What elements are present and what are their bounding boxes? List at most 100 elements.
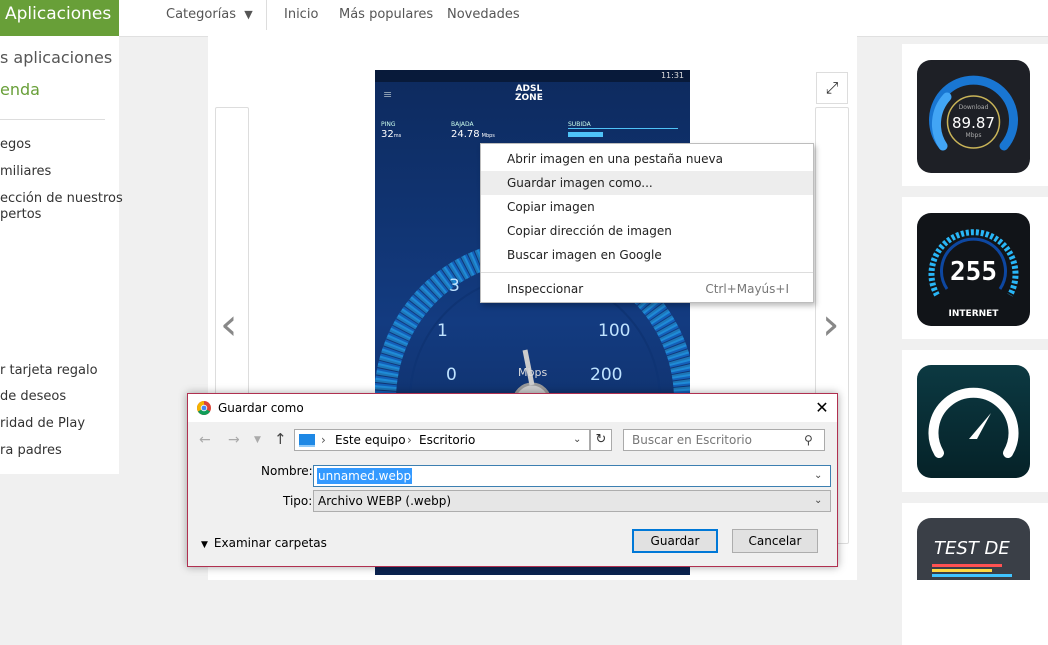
upload-progress [568, 132, 603, 137]
download-unit: Mbps [481, 133, 495, 139]
menu-copy-image[interactable]: Copiar imagen [481, 195, 813, 219]
app1-download-label: Download [958, 104, 989, 111]
search-placeholder: Buscar en Escritorio [632, 433, 752, 447]
browse-folders-label: Examinar carpetas [213, 536, 327, 550]
dialog-title: Guardar como [218, 401, 304, 415]
ping-value: 32ms [381, 129, 401, 140]
address-bar[interactable]: › Este equipo › Escritorio ⌄ [294, 429, 590, 451]
app4-label: TEST DE [934, 538, 1010, 559]
search-box[interactable]: Buscar en Escritorio ⚲ [623, 429, 825, 451]
nav-new[interactable]: Novedades [447, 0, 520, 30]
left-item-wishlist[interactable]: de deseos [0, 389, 66, 404]
breadcrumb-this-pc[interactable]: Este equipo [335, 430, 406, 450]
recent-locations-chevron-icon[interactable]: ▼ [254, 435, 261, 445]
app-icon-speedometer-1[interactable]: Download 89.87 Mbps [917, 60, 1030, 173]
chrome-icon [197, 401, 211, 415]
left-divider [0, 119, 105, 120]
nav-home[interactable]: Inicio [284, 0, 318, 30]
app2-value: 255 [950, 257, 997, 287]
context-menu: Abrir imagen en una pestaña nueva Guarda… [480, 143, 814, 303]
menu-copy-image-address[interactable]: Copiar dirección de imagen [481, 219, 813, 243]
cancel-button[interactable]: Cancelar [732, 529, 818, 553]
download-label: BAJADA [451, 121, 474, 128]
left-item-play-protect[interactable]: ridad de Play [0, 416, 85, 431]
breadcrumb-desktop[interactable]: Escritorio [419, 430, 475, 450]
menu-separator [481, 272, 813, 273]
address-dropdown-icon[interactable]: ⌄ [573, 430, 581, 450]
left-item-games[interactable]: egos [0, 137, 31, 152]
top-divider [266, 0, 267, 30]
menu-inspect-shortcut: Ctrl+Mayús+I [705, 282, 789, 296]
categories-menu[interactable]: Categorías ▼ [166, 0, 253, 30]
browse-folders-toggle[interactable]: ▼ Examinar carpetas [201, 536, 327, 550]
file-type-select[interactable]: Archivo WEBP (.webp) ⌄ [313, 490, 831, 512]
chevron-down-icon: ▼ [201, 540, 208, 550]
app1-value: 89.87 [952, 114, 995, 132]
speedometer-icon [928, 387, 1019, 458]
app-icon-test-de[interactable]: TEST DE [917, 518, 1030, 580]
stripe-yellow [932, 569, 992, 572]
left-panel [0, 36, 119, 474]
dialog-title-bar[interactable]: Guardar como ✕ [188, 394, 837, 422]
up-arrow-icon[interactable]: ↑ [274, 430, 287, 448]
gauge-tick-3: 3 [449, 276, 460, 296]
status-bar [375, 70, 690, 82]
app-icon-speedtest[interactable] [917, 365, 1030, 478]
file-type-dropdown-icon: ⌄ [814, 495, 823, 506]
back-arrow-icon[interactable]: ← [199, 432, 211, 448]
left-panel-title[interactable]: s aplicaciones [0, 48, 112, 67]
status-time: 11:31 [660, 71, 684, 80]
menu-inspect[interactable]: Inspeccionar Ctrl+Mayús+I [481, 277, 813, 301]
app2-label: INTERNET [948, 309, 999, 319]
menu-open-image-new-tab[interactable]: Abrir imagen en una pestaña nueva [481, 147, 813, 171]
file-type-value: Archivo WEBP (.webp) [318, 494, 452, 508]
app-icon-speedtest-internet[interactable]: 255 INTERNET [917, 213, 1030, 326]
top-bar [0, 0, 1048, 37]
left-item-parents[interactable]: ra padres [0, 443, 62, 458]
forward-arrow-icon[interactable]: → [228, 432, 240, 448]
close-icon[interactable]: ✕ [808, 394, 836, 422]
file-name-input[interactable]: unnamed.webp ⌄ [313, 465, 831, 487]
upload-line [568, 128, 678, 129]
download-number: 24.78 [451, 129, 480, 140]
ping-number: 32 [381, 129, 394, 140]
gauge-tick-200: 200 [590, 365, 623, 385]
file-name-dropdown-icon[interactable]: ⌄ [814, 466, 822, 486]
refresh-button[interactable]: ↻ [590, 429, 612, 451]
ping-label: PING [381, 121, 396, 128]
save-as-dialog: Guardar como ✕ ← → ▼ ↑ › Este equipo › E… [187, 393, 838, 567]
collapse-arrows-icon: ⤢ [825, 78, 839, 97]
gauge-tick-0: 0 [446, 365, 457, 385]
gauge-tick-100: 100 [598, 321, 631, 341]
nav-popular[interactable]: Más populares [339, 0, 433, 30]
stripe-red [932, 564, 1002, 567]
left-item-gift-card[interactable]: r tarjeta regalo [0, 363, 98, 378]
app-logo: ADSL ZONE [515, 85, 543, 103]
refresh-icon: ↻ [595, 432, 607, 447]
upload-label: SUBIDA [568, 121, 591, 128]
search-icon: ⚲ [804, 433, 813, 447]
hamburger-icon: ≡ [383, 88, 393, 101]
type-label: Tipo: [283, 494, 313, 508]
gauge-tick-1: 1 [437, 321, 448, 341]
fullscreen-toggle-button[interactable]: ⤢ [816, 72, 848, 104]
logo-line2: ZONE [515, 93, 543, 103]
download-value: 24.78 Mbps [451, 129, 495, 140]
menu-save-image-as[interactable]: Guardar imagen como... [481, 171, 813, 195]
chevron-left-icon: ‹ [220, 299, 238, 350]
computer-icon [299, 434, 315, 447]
brand-apps-tab[interactable]: Aplicaciones [0, 0, 119, 36]
categories-label: Categorías [166, 7, 237, 22]
save-button[interactable]: Guardar [632, 529, 718, 553]
left-item-editors-2[interactable]: pertos [0, 207, 41, 222]
left-item-editors-1[interactable]: ección de nuestros [0, 191, 123, 206]
gauge-unit: Mbps [518, 366, 548, 379]
menu-inspect-label: Inspeccionar [507, 282, 584, 296]
name-label: Nombre: [261, 464, 313, 478]
chevron-down-icon: ▼ [244, 8, 253, 21]
left-panel-store[interactable]: enda [0, 80, 40, 99]
stats-row: PING 32ms BAJADA 24.78 Mbps SUBIDA [381, 115, 681, 145]
app1-unit: Mbps [965, 132, 982, 139]
left-item-family[interactable]: miliares [0, 164, 51, 179]
menu-search-image-google[interactable]: Buscar imagen en Google [481, 243, 813, 267]
